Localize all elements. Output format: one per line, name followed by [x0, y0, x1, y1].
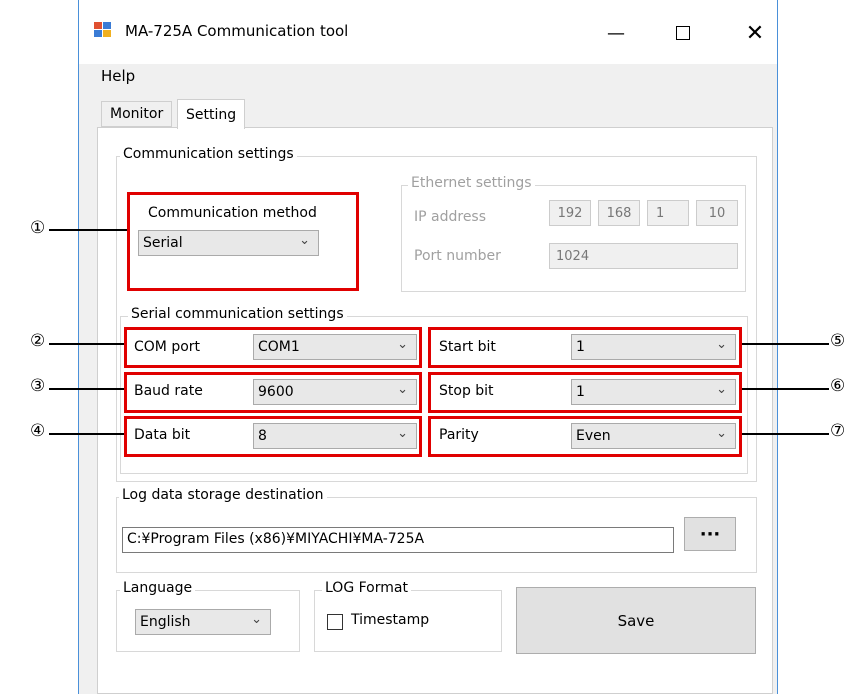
communication-method-value: Serial — [143, 235, 183, 251]
baud-rate-select[interactable]: 9600 ⌄ — [253, 379, 417, 405]
tab-monitor[interactable]: Monitor — [101, 101, 173, 127]
callout-1: ① — [30, 218, 46, 238]
leader-line-1 — [49, 229, 127, 231]
port-number-field[interactable]: 1024 — [549, 243, 738, 269]
timestamp-checkbox[interactable] — [327, 614, 343, 630]
leader-line-3 — [49, 388, 124, 390]
ip-octet-4[interactable]: 10 — [696, 200, 738, 226]
log-path-input[interactable]: C:¥Program Files (x86)¥MIYACHI¥MA-725A — [122, 527, 674, 553]
baud-rate-value: 9600 — [258, 384, 294, 400]
ip-octet-2[interactable]: 168 — [598, 200, 640, 226]
callout-7: ⑦ — [830, 421, 846, 441]
chevron-down-icon: ⌄ — [716, 382, 727, 397]
stop-bit-label: Stop bit — [439, 383, 494, 399]
browse-button[interactable]: ··· — [684, 517, 736, 551]
log-destination-label: Log data storage destination — [119, 487, 327, 503]
language-value: English — [140, 614, 191, 630]
ethernet-settings-label: Ethernet settings — [408, 175, 535, 191]
parity-label: Parity — [439, 427, 479, 443]
chevron-down-icon: ⌄ — [716, 337, 727, 352]
window-title: MA-725A Communication tool — [125, 22, 349, 40]
communication-method-select[interactable]: Serial ⌄ — [138, 230, 319, 256]
stop-bit-value: 1 — [576, 384, 585, 400]
chevron-down-icon: ⌄ — [397, 382, 408, 397]
close-button[interactable]: ✕ — [735, 18, 775, 48]
menu-help[interactable]: Help — [101, 67, 135, 85]
port-number-label: Port number — [414, 248, 501, 264]
minimize-button[interactable]: — — [596, 18, 636, 48]
maximize-button[interactable] — [663, 18, 703, 48]
start-bit-select[interactable]: 1 ⌄ — [571, 334, 736, 360]
communication-settings-label: Communication settings — [120, 146, 297, 162]
chevron-down-icon: ⌄ — [716, 426, 727, 441]
language-label: Language — [120, 580, 196, 596]
leader-line-6 — [742, 388, 829, 390]
tab-setting[interactable]: Setting — [177, 99, 246, 129]
log-format-label: LOG Format — [322, 580, 411, 596]
start-bit-value: 1 — [576, 339, 585, 355]
chevron-down-icon: ⌄ — [397, 426, 408, 441]
parity-value: Even — [576, 428, 611, 444]
chevron-down-icon: ⌄ — [397, 337, 408, 352]
stop-bit-select[interactable]: 1 ⌄ — [571, 379, 736, 405]
ip-address-label: IP address — [414, 209, 487, 225]
serial-settings-label: Serial communication settings — [128, 306, 347, 322]
app-icon — [94, 22, 112, 38]
callout-3: ③ — [30, 376, 46, 396]
communication-method-label: Communication method — [148, 205, 317, 221]
ip-octet-1[interactable]: 192 — [549, 200, 591, 226]
save-button[interactable]: Save — [516, 587, 756, 654]
menu-bar — [79, 64, 777, 90]
maximize-icon — [676, 26, 690, 40]
chevron-down-icon: ⌄ — [299, 233, 310, 248]
timestamp-label: Timestamp — [351, 612, 430, 628]
leader-line-2 — [49, 343, 124, 345]
callout-6: ⑥ — [830, 376, 846, 396]
leader-line-7 — [742, 433, 829, 435]
data-bit-value: 8 — [258, 428, 267, 444]
language-select[interactable]: English ⌄ — [135, 609, 271, 635]
chevron-down-icon: ⌄ — [251, 612, 262, 627]
leader-line-4 — [49, 433, 124, 435]
callout-5: ⑤ — [830, 331, 846, 351]
com-port-label: COM port — [134, 339, 201, 355]
com-port-value: COM1 — [258, 339, 300, 355]
ip-octet-3[interactable]: 1 — [647, 200, 689, 226]
baud-rate-label: Baud rate — [134, 383, 203, 399]
com-port-select[interactable]: COM1 ⌄ — [253, 334, 417, 360]
callout-2: ② — [30, 331, 46, 351]
start-bit-label: Start bit — [439, 339, 496, 355]
parity-select[interactable]: Even ⌄ — [571, 423, 736, 449]
leader-line-5 — [742, 343, 829, 345]
callout-4: ④ — [30, 421, 46, 441]
data-bit-label: Data bit — [134, 427, 191, 443]
data-bit-select[interactable]: 8 ⌄ — [253, 423, 417, 449]
